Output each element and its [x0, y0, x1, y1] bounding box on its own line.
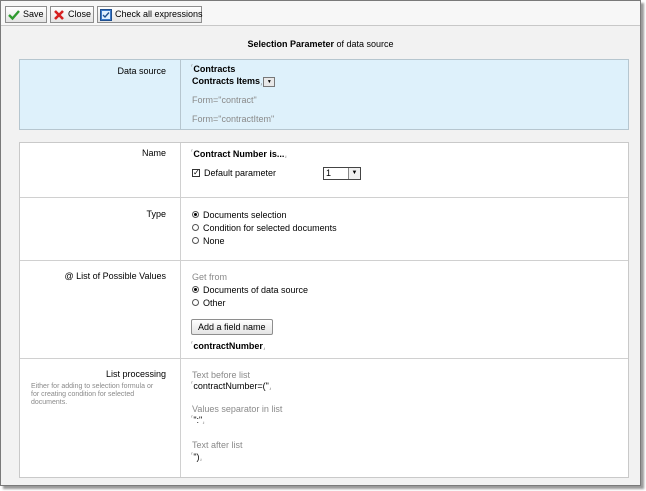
type-option-none[interactable]: None [192, 236, 225, 246]
field-name-value[interactable]: ⸢contractNumber⸥ [191, 341, 265, 351]
get-from-label: Get from [192, 272, 228, 282]
check-expressions-label: Check all expressions [115, 9, 203, 19]
chevron-down-icon[interactable]: ▼ [263, 76, 276, 87]
data-source-section: Data source ⸢Contracts Contracts Items⸥ ▼… [19, 59, 629, 130]
save-label: Save [23, 9, 44, 19]
list-processing-help: Either for adding to selection formula o… [31, 383, 154, 406]
check-expressions-button[interactable]: Check all expressions [97, 6, 203, 23]
separator-label: Values separator in list [192, 404, 283, 414]
type-label: Type [146, 209, 166, 219]
type-option-condition[interactable]: Condition for selected documents [192, 223, 337, 233]
text-before-field[interactable]: ⸢contractNumber=("⸥ [191, 381, 271, 391]
list-processing-row: List processing Either for adding to sel… [20, 358, 628, 479]
default-parameter-select[interactable]: 1 ▼ [323, 167, 361, 180]
parameter-table: Name ⸢Contract Number is...⸥ ✓ Default pa… [19, 142, 629, 478]
data-source-name[interactable]: ⸢Contracts [191, 64, 235, 74]
close-icon [53, 9, 65, 21]
radio-icon [192, 237, 199, 245]
text-after-field[interactable]: ⸢")⸥ [191, 452, 202, 462]
radio-selected-icon [192, 211, 199, 219]
radio-icon [192, 299, 199, 307]
data-source-label: Data source [117, 66, 166, 76]
check-expressions-icon [100, 8, 112, 21]
add-field-name-button[interactable]: Add a field name [191, 319, 273, 335]
checkmark-icon [8, 9, 20, 21]
radio-selected-icon [192, 286, 199, 294]
type-option-documents-selection[interactable]: Documents selection [192, 210, 287, 220]
form-contract: Form="contract" [192, 95, 257, 105]
default-parameter-checkbox[interactable]: ✓ Default parameter [192, 168, 276, 178]
save-button[interactable]: Save [5, 6, 47, 23]
values-option-documents[interactable]: Documents of data source [192, 285, 308, 295]
possible-values-label: @ List of Possible Values [64, 271, 166, 281]
checkbox-checked-icon: ✓ [192, 167, 200, 177]
name-label: Name [141, 148, 166, 158]
window-frame: Save Close Check all expressions Selecti… [0, 0, 641, 486]
name-row: Name ⸢Contract Number is...⸥ ✓ Default pa… [20, 143, 628, 197]
close-label: Close [68, 9, 92, 19]
text-after-label: Text after list [192, 440, 243, 450]
possible-values-row: @ List of Possible Values Get from Docum… [20, 260, 628, 358]
form-contract-item: Form="contractItem" [192, 114, 275, 124]
list-processing-label: List processing [105, 369, 166, 379]
type-row: Type Documents selection Condition for s… [20, 197, 628, 260]
chevron-down-icon: ▼ [348, 168, 360, 179]
text-before-label: Text before list [192, 370, 251, 380]
radio-icon [192, 224, 199, 232]
data-source-items[interactable]: Contracts Items⸥ ▼ [192, 76, 276, 87]
name-field[interactable]: ⸢Contract Number is...⸥ [191, 149, 287, 159]
separator-field[interactable]: ⸢":"⸥ [191, 415, 205, 425]
page-title: Selection Parameter of data source [247, 39, 394, 49]
toolbar: Save Close Check all expressions [1, 1, 640, 26]
close-button[interactable]: Close [50, 6, 94, 23]
values-option-other[interactable]: Other [192, 298, 226, 308]
